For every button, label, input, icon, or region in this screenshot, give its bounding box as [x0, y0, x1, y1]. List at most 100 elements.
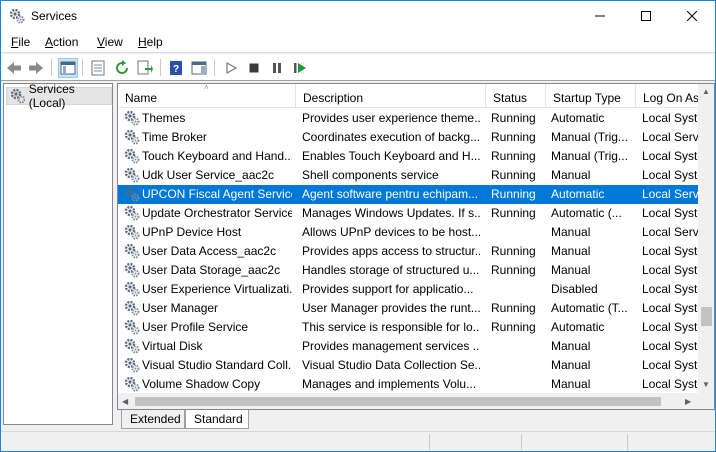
window-title: Services	[31, 9, 78, 23]
help-button[interactable]: ?	[166, 58, 186, 78]
pause-service-button[interactable]	[267, 58, 287, 78]
service-startup-type: Manual	[551, 377, 591, 391]
show-hide-console-tree-button[interactable]	[58, 58, 78, 78]
close-button[interactable]	[669, 1, 715, 31]
service-gear-icon	[124, 224, 140, 240]
service-description: Coordinates execution of backg...	[302, 130, 480, 144]
scroll-down-arrow-icon[interactable]: ▼	[702, 380, 710, 389]
menu-action-label: ction	[53, 35, 79, 49]
tab-standard[interactable]: Standard	[185, 410, 249, 429]
service-gear-icon	[124, 186, 140, 202]
service-logon-as: Local Syste	[642, 339, 698, 353]
services-list-pane: Name ˄ Description Status Startup Type L…	[117, 83, 715, 410]
properties-sheet-icon	[91, 60, 105, 76]
service-startup-type: Automatic	[551, 320, 605, 334]
service-startup-type: Automatic (...	[551, 206, 622, 220]
service-gear-icon	[124, 167, 140, 183]
service-row[interactable]: Volume Shadow Copy Manages and implements…	[118, 375, 698, 394]
back-arrow-icon	[7, 62, 21, 74]
export-list-button[interactable]	[135, 58, 155, 78]
restart-icon	[294, 63, 306, 73]
toolbar: ?	[1, 54, 715, 81]
service-name: Volume Shadow Copy	[142, 377, 261, 391]
service-name: Virtual Disk	[142, 339, 203, 353]
column-header-name[interactable]: Name ˄	[118, 84, 296, 108]
service-row[interactable]: Udk User Service_aac2c Shell components s…	[118, 166, 698, 185]
properties-button[interactable]	[88, 58, 108, 78]
service-status: Running	[491, 111, 536, 125]
service-row[interactable]: Themes Provides user experience theme... R…	[118, 109, 698, 128]
service-startup-type: Manual (Trig...	[551, 130, 628, 144]
service-row[interactable]: UPCON Fiscal Agent Service Agent software…	[118, 185, 698, 204]
minimize-button[interactable]	[577, 1, 623, 31]
service-status: Running	[491, 244, 536, 258]
service-description: Shell components service	[302, 168, 439, 182]
service-name: Time Broker	[142, 130, 207, 144]
menu-help[interactable]: Help	[138, 35, 163, 49]
service-name: Visual Studio Standard Coll...	[142, 358, 292, 372]
service-description: Manages and implements Volu...	[302, 377, 477, 391]
service-startup-type: Automatic (T...	[551, 301, 628, 315]
scrollbar-corner	[698, 393, 714, 409]
service-startup-type: Automatic	[551, 187, 605, 201]
service-status: Running	[491, 301, 536, 315]
column-header-logon[interactable]: Log On As	[636, 84, 698, 108]
service-gear-icon	[124, 300, 140, 316]
service-name: UPCON Fiscal Agent Service	[142, 187, 292, 201]
stop-service-button[interactable]	[244, 58, 264, 78]
service-status: Running	[491, 320, 536, 334]
status-bar	[1, 431, 715, 451]
title-bar[interactable]: Services	[1, 1, 715, 31]
service-row[interactable]: Time Broker Coordinates execution of back…	[118, 128, 698, 147]
vertical-scroll-thumb[interactable]	[701, 307, 712, 326]
scroll-up-arrow-icon[interactable]: ▲	[702, 87, 710, 96]
start-service-button[interactable]	[221, 58, 241, 78]
service-logon-as: Local Syste	[642, 320, 698, 334]
toolbar-separator	[82, 59, 83, 76]
service-description: Provides user experience theme...	[302, 111, 480, 125]
tree-item-services-local[interactable]: Services (Local)	[6, 82, 112, 110]
forward-button[interactable]	[26, 58, 46, 78]
service-startup-type: Manual (Trig...	[551, 149, 628, 163]
service-logon-as: Local Servi	[642, 187, 698, 201]
service-gear-icon	[124, 338, 140, 354]
column-header-name-label: Name	[125, 91, 158, 105]
service-row[interactable]: User Data Storage_aac2c Handles storage o…	[118, 261, 698, 280]
service-description: Enables Touch Keyboard and H...	[302, 149, 480, 163]
service-row[interactable]: UPnP Device Host Allows UPnP devices to b…	[118, 223, 698, 242]
horizontal-scroll-thumb[interactable]	[135, 397, 661, 406]
service-row[interactable]: User Profile Service This service is resp…	[118, 318, 698, 337]
scroll-left-arrow-icon[interactable]: ◀	[122, 397, 128, 406]
column-header-description[interactable]: Description	[296, 84, 486, 108]
refresh-button[interactable]	[112, 58, 132, 78]
service-logon-as: Local Syste	[642, 111, 698, 125]
toolbar-separator	[51, 59, 52, 76]
service-row[interactable]: User Data Access_aac2c Provides apps acce…	[118, 242, 698, 261]
vertical-scrollbar[interactable]: ▲ ▼	[698, 84, 714, 393]
column-header-startup-type[interactable]: Startup Type	[546, 84, 636, 108]
service-row[interactable]: Virtual Disk Provides management services…	[118, 337, 698, 356]
column-header-status[interactable]: Status	[486, 84, 546, 108]
service-startup-type: Manual	[551, 339, 591, 353]
service-row[interactable]: User Manager User Manager provides the ru…	[118, 299, 698, 318]
restart-service-button[interactable]	[290, 58, 310, 78]
service-gear-icon	[124, 243, 140, 259]
service-row[interactable]: Touch Keyboard and Hand... Enables Touch …	[118, 147, 698, 166]
services-window: Services File Action View Help ? Service…	[0, 0, 716, 452]
service-row[interactable]: Visual Studio Standard Coll... Visual Stu…	[118, 356, 698, 375]
menu-help-label: elp	[146, 35, 163, 49]
menu-file[interactable]: File	[11, 35, 30, 49]
service-row[interactable]: User Experience Virtualizati... Provides …	[118, 280, 698, 299]
service-description: Provides management services ...	[302, 339, 480, 353]
service-row[interactable]: Update Orchestrator Service Manages Windo…	[118, 204, 698, 223]
maximize-button[interactable]	[623, 1, 669, 31]
show-action-pane-button[interactable]	[189, 58, 209, 78]
scroll-right-arrow-icon[interactable]: ▶	[685, 397, 691, 406]
menu-action[interactable]: Action	[45, 35, 78, 49]
service-name: UPnP Device Host	[142, 225, 242, 239]
service-status: Running	[491, 263, 536, 277]
menu-view[interactable]: View	[97, 35, 123, 49]
back-button[interactable]	[4, 58, 24, 78]
tab-extended[interactable]: Extended	[121, 410, 185, 429]
horizontal-scrollbar[interactable]: ◀ ▶	[118, 393, 698, 409]
